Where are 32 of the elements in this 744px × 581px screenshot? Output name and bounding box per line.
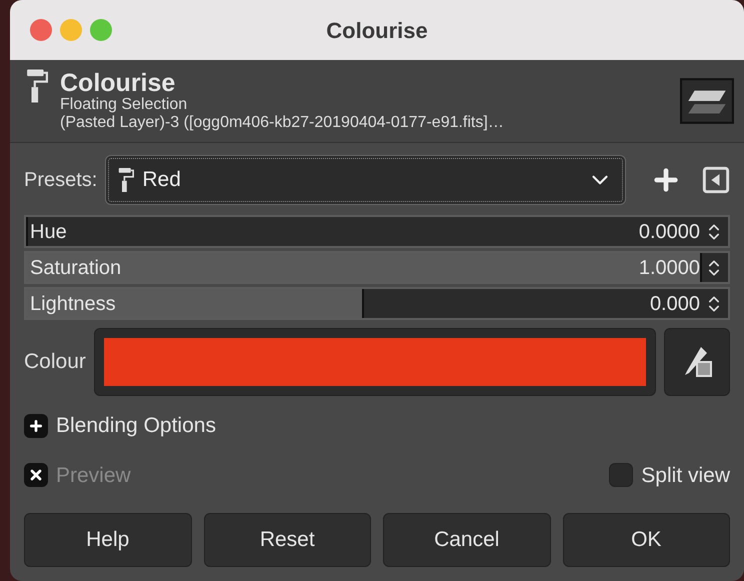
dialog-button[interactable]: Reset bbox=[204, 513, 371, 567]
dialog-heading: Colourise bbox=[60, 70, 176, 96]
slider-field[interactable]: Lightness 0.000 bbox=[24, 287, 730, 320]
plus-icon bbox=[28, 418, 44, 434]
presets-dropdown[interactable]: Red bbox=[105, 155, 626, 205]
blending-options-label[interactable]: Blending Options bbox=[56, 410, 216, 442]
split-view-checkbox[interactable] bbox=[609, 463, 634, 488]
slider-value: 1.0000 bbox=[638, 256, 701, 280]
color-picker-button[interactable] bbox=[664, 328, 730, 396]
preview-label: Preview bbox=[56, 462, 132, 488]
slider-label: Saturation bbox=[29, 256, 122, 280]
slider-value: 0.000 bbox=[650, 292, 701, 316]
presets-label: Presets: bbox=[24, 168, 98, 193]
expander-toggle[interactable] bbox=[24, 414, 48, 438]
layer-name: (Pasted Layer)-3 ([ogg0m406-kb27-20190404-0177-e91.fits]… bbox=[60, 114, 505, 132]
layer-preview-icon bbox=[680, 78, 734, 124]
dialog-button[interactable]: Help bbox=[24, 513, 192, 567]
slider-label: Lightness bbox=[29, 292, 117, 316]
paint-roller-icon bbox=[118, 167, 134, 193]
split-view-label: Split view bbox=[641, 462, 730, 488]
dialog-button[interactable]: OK bbox=[562, 513, 730, 567]
close-button[interactable] bbox=[30, 19, 52, 41]
window-title: Colourise bbox=[326, 16, 428, 44]
subtitle: Floating Selection bbox=[60, 96, 188, 114]
colour-label: Colour bbox=[24, 349, 86, 376]
slider-field[interactable]: Saturation 1.0000 bbox=[24, 251, 730, 284]
x-icon bbox=[28, 467, 44, 484]
dialog-button[interactable]: Cancel bbox=[383, 513, 550, 567]
slider-field[interactable]: Hue 0.0000 bbox=[24, 215, 730, 248]
slider-label: Hue bbox=[29, 220, 68, 244]
colour-button[interactable] bbox=[94, 328, 656, 396]
slider-value: 0.0000 bbox=[638, 220, 701, 244]
